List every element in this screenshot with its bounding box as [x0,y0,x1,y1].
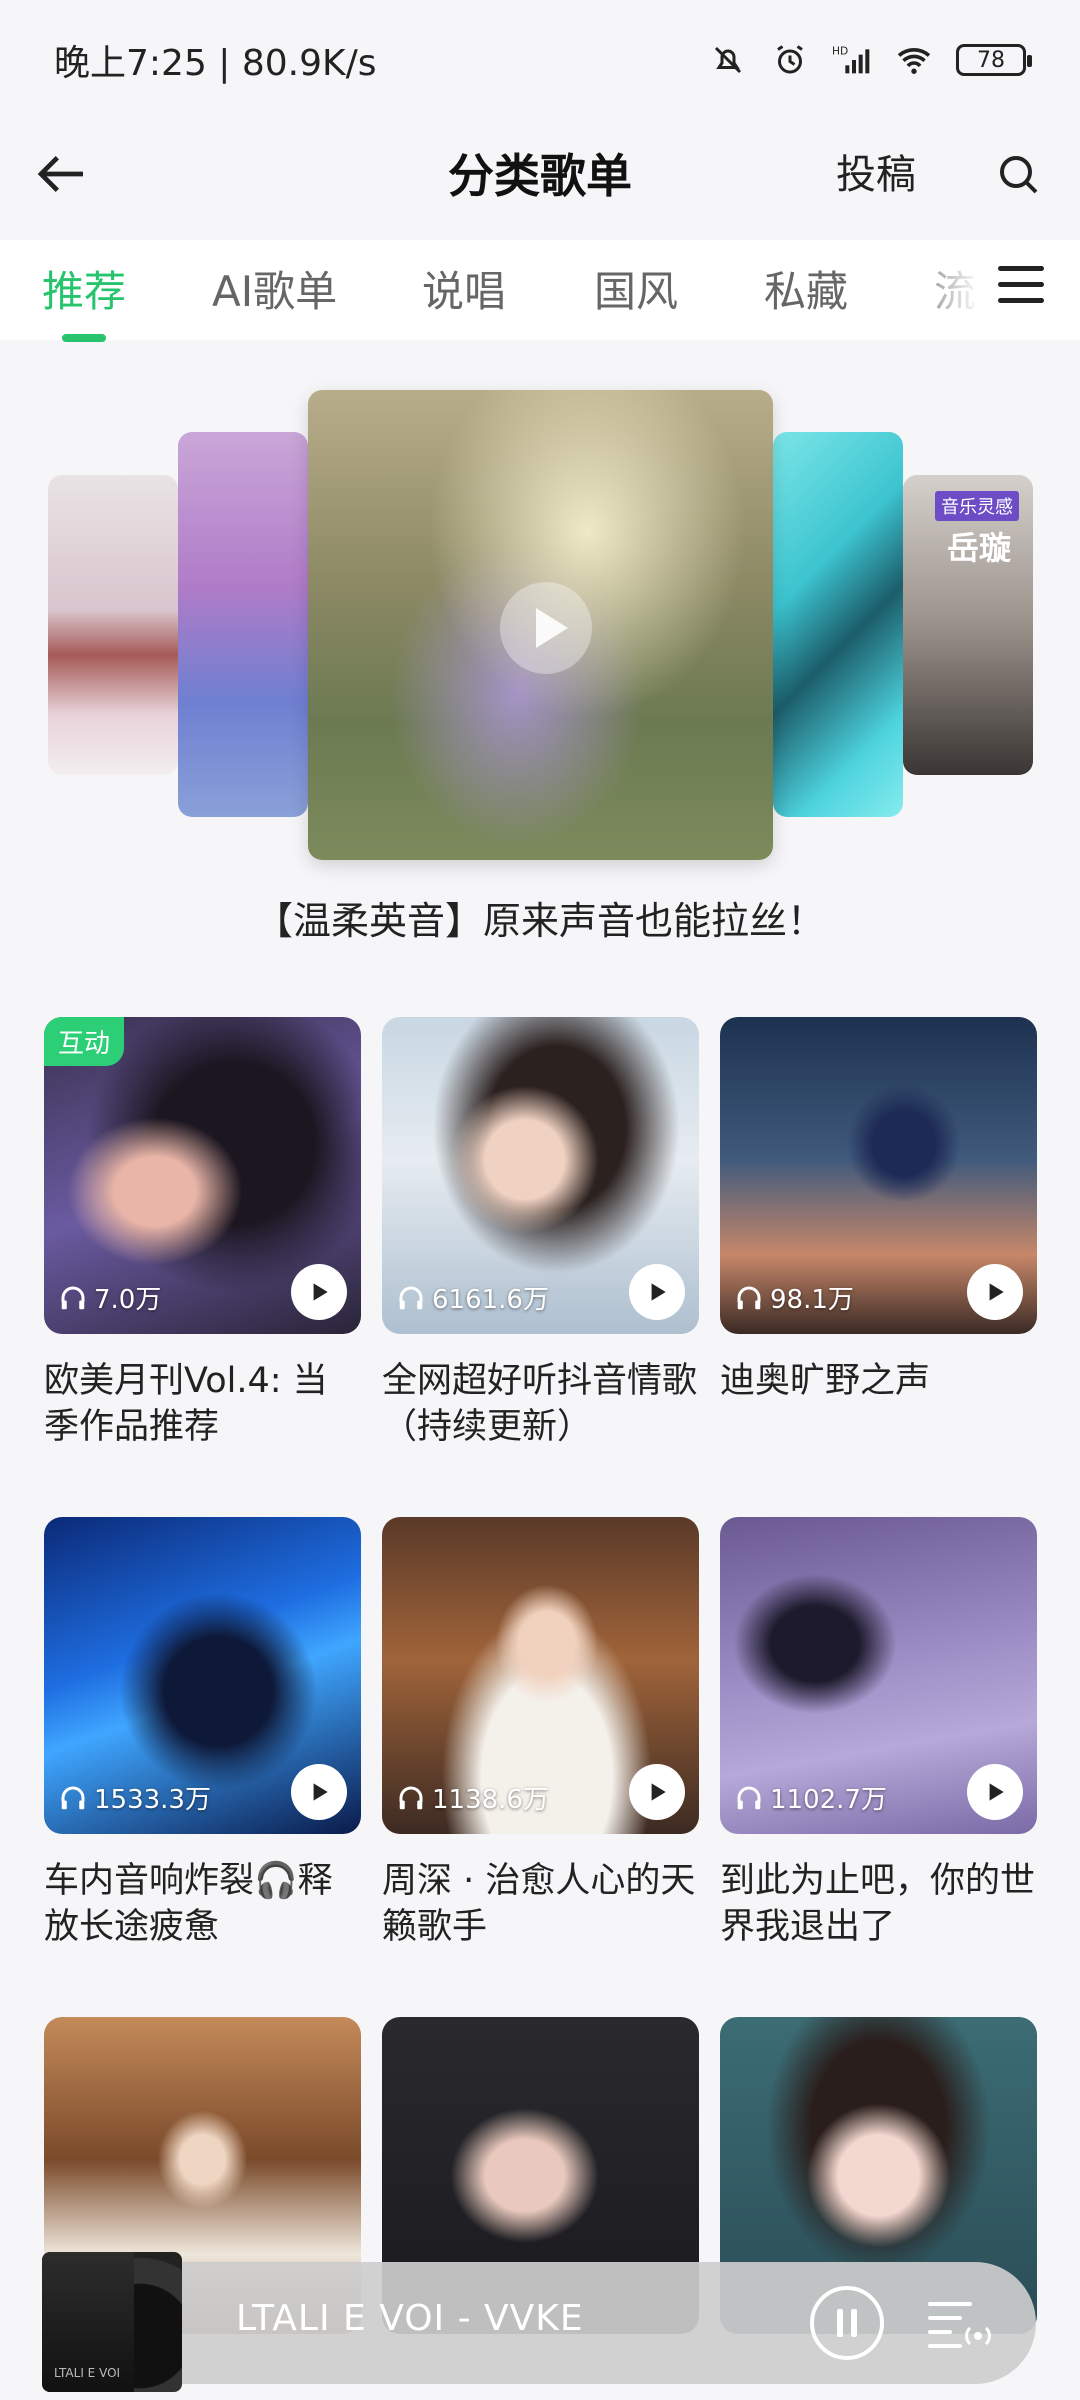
submit-button[interactable]: 投稿 [836,142,916,200]
tab-rap[interactable]: 说唱 [422,258,506,319]
play-icon [989,1283,1004,1301]
page-title: 分类歌单 [448,149,632,203]
playlist-title[interactable]: 到此为止吧，你的世界我退出了 [720,1858,1037,1950]
carousel-main-card[interactable] [308,390,773,860]
interactive-badge: 互动 [44,1017,125,1066]
play-button[interactable] [629,1264,685,1320]
menu-icon[interactable] [998,266,1044,312]
pause-icon[interactable] [808,2284,886,2362]
tab-fade [900,240,980,340]
play-button[interactable] [291,1764,347,1820]
playlist-cover[interactable]: 1533.3万 [44,1517,361,1834]
play-icon [651,1783,666,1801]
play-count: 1102.7万 [734,1779,887,1816]
play-count-value: 98.1万 [770,1285,854,1315]
tab-ai-playlist[interactable]: AI歌单 [212,258,337,319]
battery-icon: 78 [956,44,1032,76]
play-button[interactable] [629,1764,685,1820]
svg-text:HD: HD [832,45,848,58]
hd-signal-icon: HD [832,40,872,80]
carousel-card[interactable] [48,475,178,775]
playlist-title[interactable]: 欧美月刊Vol.4: 当季作品推荐 [44,1358,361,1450]
tab-recommend[interactable]: 推荐 [42,258,126,319]
play-icon [313,1283,328,1301]
wifi-icon [894,40,934,80]
play-count: 1138.6万 [396,1779,549,1816]
carousel-card[interactable] [773,432,903,817]
play-count-value: 6161.6万 [432,1285,549,1315]
carousel-caption: 【温柔英音】原来声音也能拉丝！ [254,899,825,943]
category-tabs: 推荐 AI歌单 说唱 国风 私藏 流 [0,240,1080,342]
play-count: 6161.6万 [396,1279,549,1316]
search-icon [1000,156,1038,194]
headphones-icon [399,1786,423,1809]
play-count-value: 1533.3万 [94,1785,211,1815]
play-count-value: 7.0万 [94,1285,162,1315]
playlist-cover[interactable]: 互动 7.0万 [44,1017,361,1334]
play-count: 1533.3万 [58,1779,211,1816]
album-art-text: LTALI E VOI [54,2366,121,2380]
playlist-cover[interactable]: 98.1万 [720,1017,1037,1334]
play-button[interactable] [967,1764,1023,1820]
status-icons: HD 78 [708,40,1032,80]
album-art[interactable]: LTALI E VOI [42,2252,182,2392]
alarm-icon [770,40,810,80]
playlist-card[interactable]: 互动 7.0万 欧美月刊Vol.4: 当季作品推荐 [44,1017,361,1450]
playlist-title[interactable]: 迪奥旷野之声 [720,1358,1037,1404]
playlist-title[interactable]: 全网超好听抖音情歌（持续更新） [382,1358,699,1450]
playlist-title[interactable]: 周深 · 治愈人心的天籁歌手 [382,1858,699,1950]
carousel-artist: 岳璇 [947,529,1012,567]
carousel-tag: 音乐灵感 [935,491,1019,521]
play-icon [989,1783,1004,1801]
carousel-card[interactable] [178,432,308,817]
play-icon[interactable] [498,580,594,676]
header: 分类歌单 投稿 [0,120,1080,230]
headphones-icon [61,1286,85,1309]
mute-icon [708,40,748,80]
play-count-value: 1138.6万 [432,1785,549,1815]
playlist-cover[interactable]: 6161.6万 [382,1017,699,1334]
playlist-cover[interactable]: 1102.7万 [720,1517,1037,1834]
tab-guofeng[interactable]: 国风 [594,258,678,319]
featured-carousel: 音乐灵感 岳璇 【温柔英音】原来声音也能拉丝！ [0,360,1080,960]
play-count: 7.0万 [58,1279,161,1316]
playlist-card[interactable]: 6161.6万 全网超好听抖音情歌（持续更新） [382,1017,699,1450]
playlist-title[interactable]: 车内音响炸裂🎧释放长途疲惫 [44,1858,361,1950]
headphones-icon [737,1786,761,1809]
play-icon [651,1283,666,1301]
status-time: 晚上7:25 | 80.9K/s [54,43,377,84]
play-button[interactable] [967,1264,1023,1320]
mini-player[interactable]: LTALI E VOI LTALI E VOI - VVKE [42,2252,1036,2392]
tab-private[interactable]: 私藏 [764,258,848,319]
play-count-value: 1102.7万 [770,1785,887,1815]
playlist-card[interactable]: 1533.3万 车内音响炸裂🎧释放长途疲惫 [44,1517,361,1950]
headphones-icon [737,1286,761,1309]
playlist-card[interactable]: 1102.7万 到此为止吧，你的世界我退出了 [720,1517,1037,1950]
playlist-card[interactable]: 98.1万 迪奥旷野之声 [720,1017,1037,1404]
play-count: 98.1万 [734,1279,854,1316]
tab-indicator [62,334,106,342]
headphones-icon [61,1786,85,1809]
search-button[interactable] [986,142,1050,206]
headphones-icon [399,1286,423,1309]
playlist-queue-icon[interactable] [924,2292,994,2356]
playlist-cover[interactable]: 1138.6万 [382,1517,699,1834]
carousel-card[interactable]: 音乐灵感 岳璇 [903,475,1033,775]
play-button[interactable] [291,1264,347,1320]
battery-level: 78 [977,47,1005,73]
play-icon [313,1783,328,1801]
playlist-card[interactable]: 1138.6万 周深 · 治愈人心的天籁歌手 [382,1517,699,1950]
now-playing-title[interactable]: LTALI E VOI - VVKE [236,2298,584,2339]
status-bar: 晚上7:25 | 80.9K/s HD 78 [0,0,1080,120]
